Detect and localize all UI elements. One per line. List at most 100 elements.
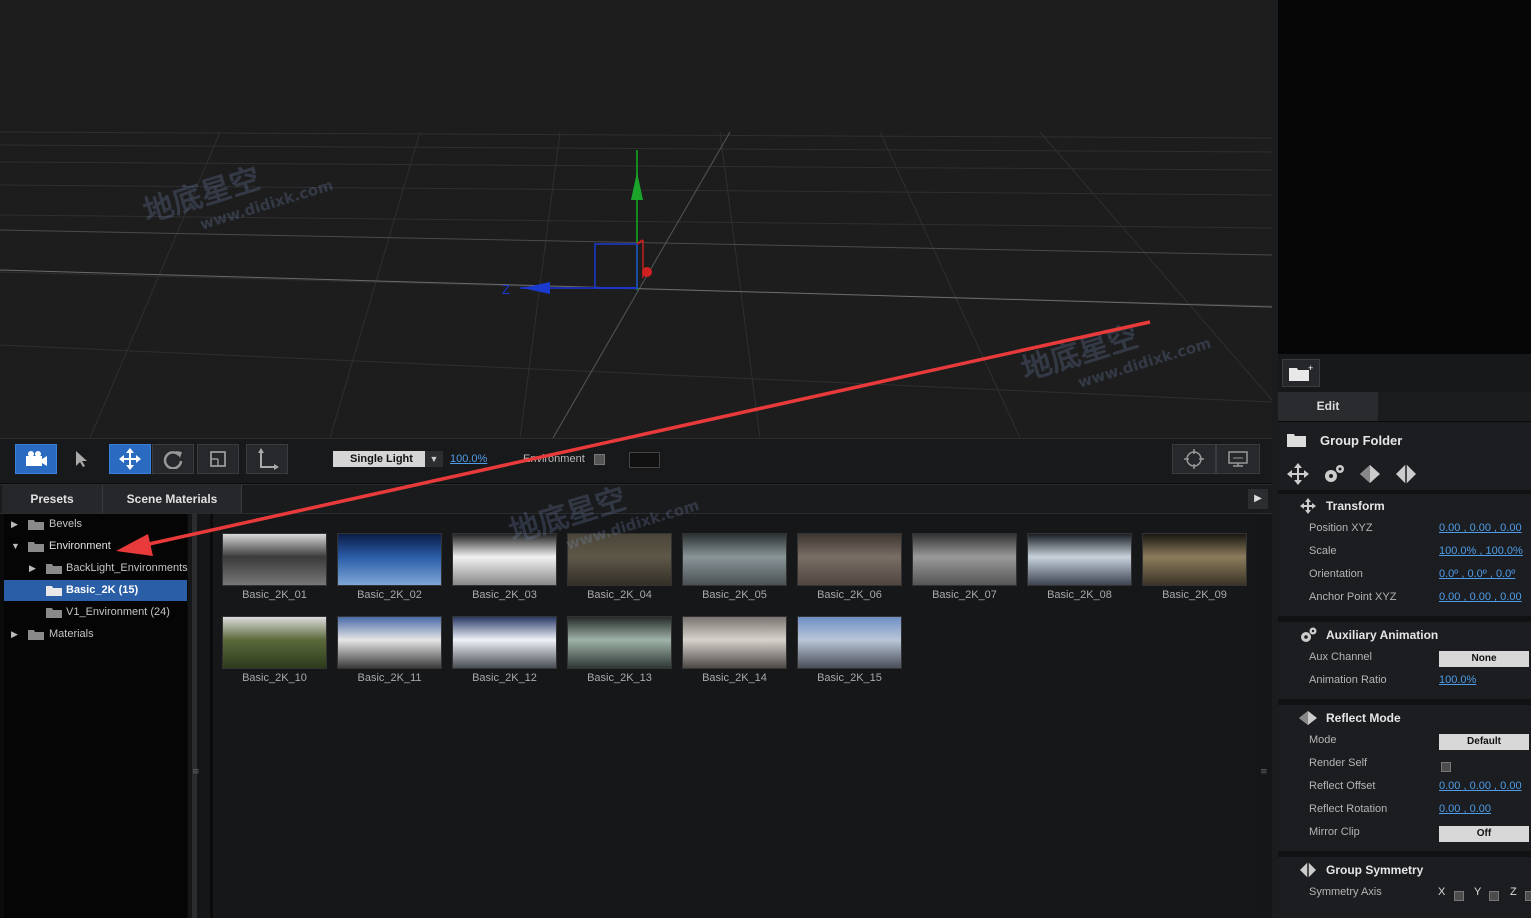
folder-open-icon — [46, 586, 62, 596]
hdri-preview-image — [222, 616, 327, 669]
preset-thumbnail[interactable]: Basic_2K_08 — [1027, 533, 1132, 601]
panel-expand-arrow-icon[interactable]: ▶ — [1248, 489, 1268, 509]
mirror-clip-row: Mirror Clip Off — [1278, 826, 1531, 844]
aux-channel-dropdown[interactable]: None — [1439, 651, 1529, 667]
tree-splitter[interactable]: ≡ — [188, 514, 210, 918]
preset-thumbnail[interactable]: Basic_2K_13 — [567, 616, 672, 684]
axis-z-checkbox[interactable] — [1525, 891, 1531, 901]
object-header: Group Folder — [1278, 428, 1531, 454]
symmetry-icon — [1300, 862, 1316, 878]
environment-color-swatch[interactable] — [629, 452, 660, 468]
reflect-icon[interactable] — [1358, 464, 1382, 484]
prop-label: Mirror Clip — [1309, 826, 1360, 838]
prop-label: Animation Ratio — [1309, 674, 1387, 686]
scale-value[interactable]: 100.0% , 100.0% — [1439, 545, 1523, 557]
axis-tool-button[interactable] — [246, 444, 288, 474]
camera-tool-button[interactable] — [15, 444, 57, 474]
transform-section-header[interactable]: Transform — [1278, 497, 1531, 515]
focus-view-button[interactable] — [1172, 444, 1216, 474]
thumbnail-label: Basic_2K_08 — [1047, 589, 1112, 601]
light-mode-dropdown[interactable]: Single Light ▼ — [333, 451, 443, 467]
animation-ratio-value[interactable]: 100.0% — [1439, 674, 1476, 686]
splitter-bar[interactable] — [192, 514, 197, 918]
preset-thumbnail[interactable]: Basic_2K_09 — [1142, 533, 1247, 601]
grip-icon: ≡ — [1260, 767, 1268, 777]
environment-checkbox[interactable] — [594, 454, 605, 465]
thumbnail-label: Basic_2K_10 — [242, 672, 307, 684]
preset-thumbnail[interactable]: Basic_2K_02 — [337, 533, 442, 601]
preset-thumbnail[interactable]: Basic_2K_07 — [912, 533, 1017, 601]
thumbnail-label: Basic_2K_12 — [472, 672, 537, 684]
reflect-rotation-value[interactable]: 0.00 , 0.00 — [1439, 803, 1491, 815]
preset-thumbnail[interactable]: Basic_2K_12 — [452, 616, 557, 684]
render-self-checkbox[interactable] — [1441, 762, 1451, 772]
group-symmetry-section-header[interactable]: Group Symmetry — [1278, 861, 1531, 879]
axis-corner-icon — [258, 448, 279, 470]
section-divider — [1278, 699, 1531, 705]
symmetry-icon[interactable] — [1395, 463, 1417, 485]
preset-thumbnail[interactable]: Basic_2K_05 — [682, 533, 787, 601]
mirror-clip-dropdown[interactable]: Off — [1439, 826, 1529, 842]
grip-icon: ≡ — [192, 767, 200, 777]
preset-thumbnail[interactable]: Basic_2K_11 — [337, 616, 442, 684]
anchor-point-value[interactable]: 0.00 , 0.00 , 0.00 — [1439, 591, 1522, 603]
scale-tool-button[interactable] — [197, 444, 239, 474]
preset-tree: ▶ Bevels ▼ Environment ▶ BackLight_Envir… — [4, 514, 188, 918]
orientation-value[interactable]: 0.0º , 0.0º , 0.0º — [1439, 568, 1515, 580]
hdri-preview-image — [1027, 533, 1132, 586]
hdri-preview-image — [912, 533, 1017, 586]
preset-thumbnail[interactable]: Basic_2K_06 — [797, 533, 902, 601]
section-title: Transform — [1326, 499, 1385, 513]
preset-thumbnail-grid: Basic_2K_01 Basic_2K_02 Basic_2K_03 Basic_2… — [213, 514, 1256, 918]
position-xyz-value[interactable]: 0.00 , 0.00 , 0.00 — [1439, 522, 1522, 534]
new-group-folder-button[interactable]: + — [1282, 359, 1320, 387]
gears-icon[interactable] — [1322, 463, 1346, 485]
hdri-preview-image — [682, 533, 787, 586]
preset-thumbnail[interactable]: Basic_2K_03 — [452, 533, 557, 601]
reflect-rotation-row: Reflect Rotation 0.00 , 0.00 — [1278, 803, 1531, 821]
hdri-preview-image — [222, 533, 327, 586]
reflect-mode-dropdown[interactable]: Default — [1439, 734, 1529, 750]
reflect-mode-row: Mode Default — [1278, 734, 1531, 752]
expand-arrow-icon[interactable]: ▶ — [11, 624, 21, 645]
object-title: Group Folder — [1320, 433, 1403, 448]
prop-label: Symmetry Axis — [1309, 886, 1382, 898]
expand-arrow-icon[interactable]: ▶ — [29, 558, 39, 579]
reflect-offset-value[interactable]: 0.00 , 0.00 , 0.00 — [1439, 780, 1522, 792]
preset-thumbnail[interactable]: Basic_2K_10 — [222, 616, 327, 684]
tree-item-basic-2k[interactable]: Basic_2K (15) — [4, 580, 187, 601]
aux-animation-section-header[interactable]: Auxiliary Animation — [1278, 626, 1531, 644]
prop-label: Render Self — [1309, 757, 1368, 769]
reflect-icon — [1299, 711, 1317, 725]
preset-thumbnail[interactable]: Basic_2K_14 — [682, 616, 787, 684]
preset-thumbnail[interactable]: Basic_2K_04 — [567, 533, 672, 601]
axis-label-z: Z — [502, 282, 510, 297]
axis-x-checkbox[interactable] — [1454, 891, 1464, 901]
expand-arrow-icon[interactable]: ▶ — [11, 514, 21, 535]
tree-item-label: BackLight_Environments — [66, 562, 188, 574]
section-divider — [1278, 490, 1531, 494]
3d-viewport[interactable]: Z — [0, 0, 1272, 438]
tab-scene-materials[interactable]: Scene Materials — [103, 485, 242, 513]
tab-edit[interactable]: Edit — [1278, 392, 1378, 421]
section-title: Auxiliary Animation — [1326, 628, 1439, 642]
preset-thumbnail[interactable]: Basic_2K_01 — [222, 533, 327, 601]
tab-presets[interactable]: Presets — [2, 485, 103, 513]
rotate-tool-button[interactable] — [152, 444, 194, 474]
reflect-mode-section-header[interactable]: Reflect Mode — [1278, 709, 1531, 727]
monitor-icon — [1228, 451, 1248, 467]
render-self-row: Render Self — [1278, 757, 1531, 775]
thumbnail-label: Basic_2K_07 — [932, 589, 997, 601]
preset-thumbnail[interactable]: Basic_2K_15 — [797, 616, 902, 684]
grid-scrollbar[interactable]: ≡ — [1256, 514, 1272, 918]
move-tool-button[interactable] — [109, 444, 151, 474]
collapse-arrow-icon[interactable]: ▼ — [11, 536, 21, 557]
display-view-button[interactable] — [1216, 444, 1260, 474]
light-intensity-value[interactable]: 100.0% — [450, 453, 487, 465]
tree-item-label: Environment — [49, 540, 111, 552]
hdri-preview-image — [337, 616, 442, 669]
axis-y-checkbox[interactable] — [1489, 891, 1499, 901]
transform-icon[interactable] — [1287, 463, 1309, 485]
select-tool-button[interactable] — [60, 444, 102, 474]
folder-icon — [28, 630, 44, 640]
